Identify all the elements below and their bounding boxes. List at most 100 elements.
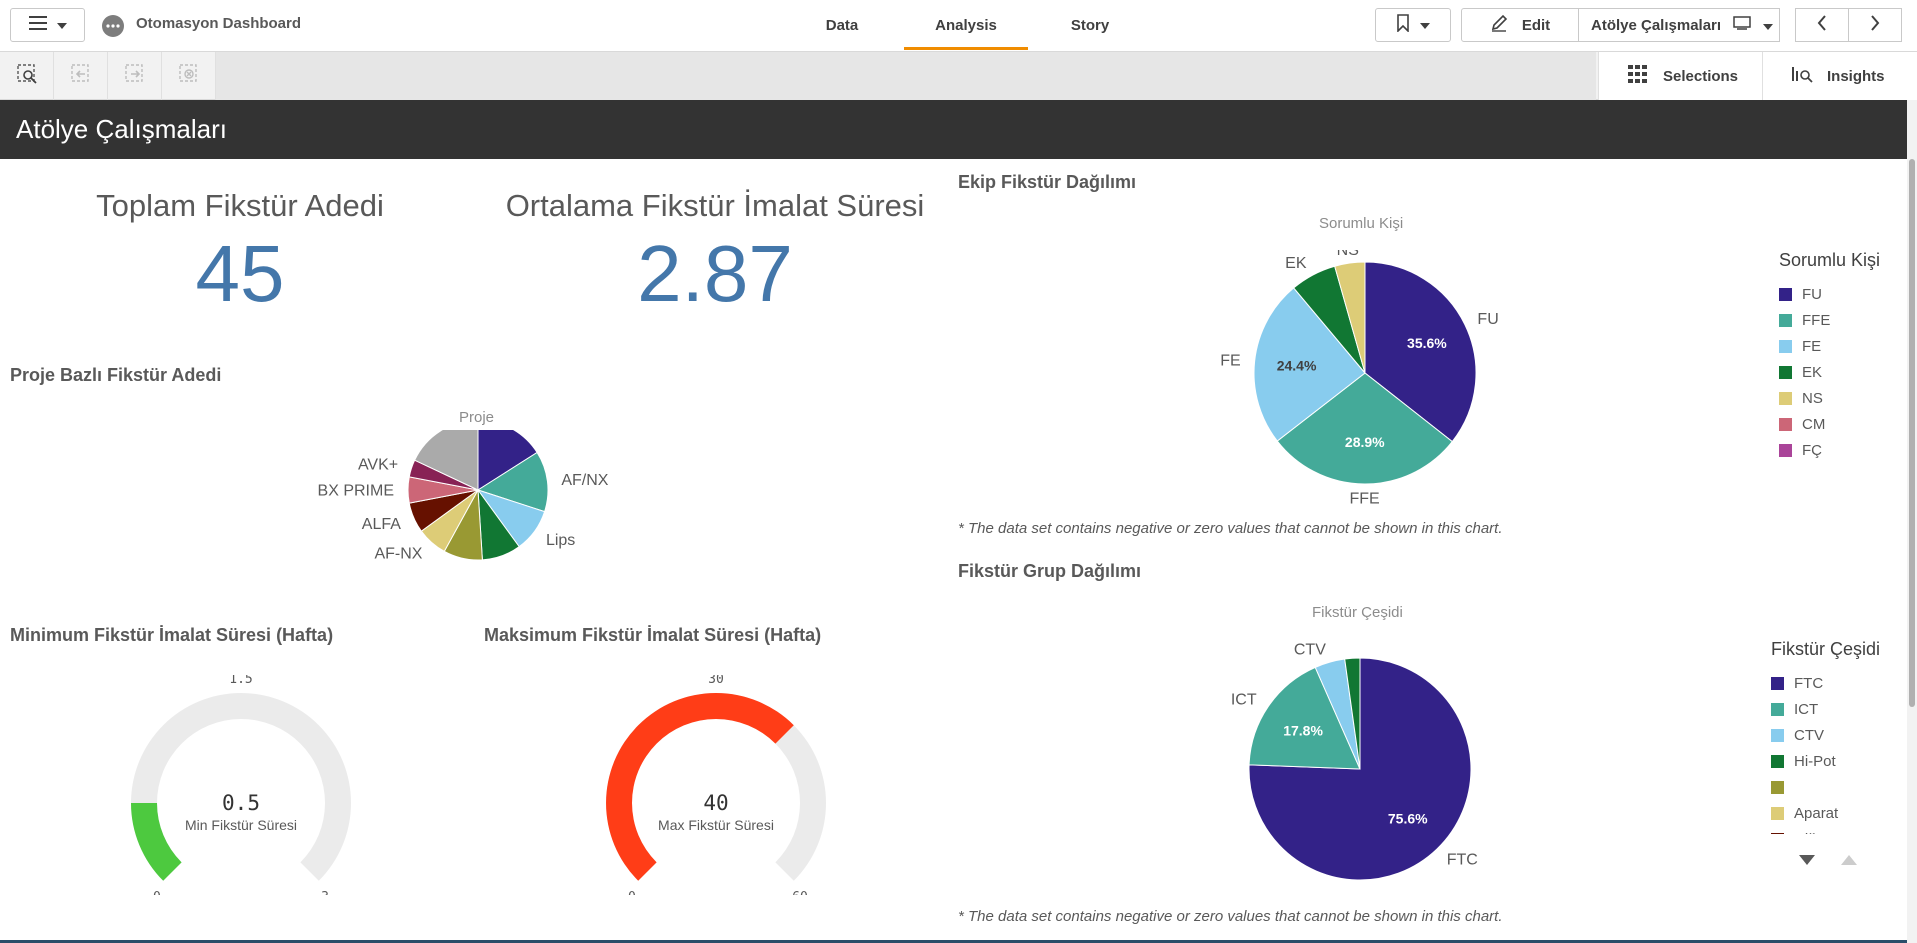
project-pie-slice-label: ALFA <box>362 516 401 533</box>
team-legend-label: FE <box>1802 337 1822 355</box>
sheet-scrollbar-thumb[interactable] <box>1909 159 1915 707</box>
step-forward-button[interactable] <box>108 52 162 100</box>
chevron-down-icon <box>56 16 67 34</box>
max-gauge-fill <box>606 693 794 881</box>
group-pie-slice-label: CTV <box>1294 641 1326 658</box>
chevron-left-icon <box>1817 14 1827 36</box>
team-legend-swatch <box>1779 365 1792 379</box>
team-legend-label: EK <box>1802 363 1823 381</box>
edit-button[interactable]: Edit <box>1461 8 1579 42</box>
group-pie-slice-label: FTC <box>1447 852 1478 869</box>
selections-grid-icon <box>1627 64 1649 88</box>
team-pie-note: * The data set contains negative or zero… <box>958 520 1503 537</box>
team-pie-data-label: 35.6% <box>1407 335 1447 351</box>
tab-analysis[interactable]: Analysis <box>904 0 1028 50</box>
group-pie-data-label: 17.8% <box>1283 722 1323 738</box>
legend-scroll-controls <box>1771 852 1880 870</box>
team-legend-label: NS <box>1802 389 1823 407</box>
team-legend-item[interactable]: CM <box>1779 411 1880 437</box>
sheet-title: Atölye Çalışmaları <box>16 114 227 144</box>
team-pie-chart[interactable]: FU 35.6% FFE 28.9% FE 24.4% EK NS <box>1200 250 1500 520</box>
step-back-icon <box>70 63 92 90</box>
group-pie-data-label: 75.6% <box>1388 811 1428 827</box>
group-legend-swatch <box>1771 728 1784 742</box>
min-gauge-fill <box>131 803 182 881</box>
group-legend-title: Fikstür Çeşidi <box>1771 639 1881 659</box>
team-pie-slice-label: NS <box>1337 250 1359 259</box>
legend-scroll-up-icon[interactable] <box>1841 852 1857 870</box>
team-legend-swatch <box>1779 339 1792 353</box>
max-gauge-mid-tick: 30 <box>708 675 724 687</box>
project-pie-chart[interactable]: G8AF/NXLipsAF-NXALFABX PRIMEAVK+Diğerler… <box>280 430 640 600</box>
kpi-total-title: Toplam Fikstür Adedi <box>96 188 384 223</box>
selections-label: Selections <box>1663 67 1739 85</box>
team-legend-title: Sorumlu Kişi <box>1779 250 1881 270</box>
right-tools: Selections Insights <box>1598 52 1917 100</box>
chevron-down-icon <box>1763 17 1774 34</box>
selections-button[interactable]: Selections <box>1598 52 1762 100</box>
chevron-right-icon <box>1870 14 1880 36</box>
group-legend-swatch <box>1771 676 1784 690</box>
team-legend-swatch <box>1779 313 1792 327</box>
group-legend-item[interactable] <box>1771 774 1880 800</box>
team-legend-label: FFE <box>1802 311 1831 329</box>
team-legend-swatch <box>1779 287 1792 301</box>
team-pie-data-label: 28.9% <box>1345 434 1385 450</box>
team-legend-item[interactable]: FÇ <box>1779 437 1880 463</box>
team-pie-slice-label: FU <box>1477 311 1498 328</box>
team-pie-slice-label: FFE <box>1349 491 1379 508</box>
hamburger-icon <box>28 15 47 35</box>
max-gauge-min-label: 0 <box>628 890 636 895</box>
team-legend-item[interactable]: NS <box>1779 385 1880 411</box>
group-legend-swatch <box>1771 702 1784 716</box>
next-sheet-button[interactable] <box>1848 8 1902 42</box>
group-legend-item[interactable]: CTV <box>1771 722 1880 748</box>
max-gauge-chart[interactable]: 30 0 60 40 Max Fikstür Süresi <box>575 675 865 895</box>
project-pie-slice-label: AF/NX <box>561 472 608 489</box>
previous-sheet-button[interactable] <box>1795 8 1849 42</box>
group-legend-swatch <box>1771 754 1784 768</box>
navigation-menu-button[interactable] <box>10 8 85 42</box>
min-gauge-measure-label: Min Fikstür Süresi <box>185 817 297 833</box>
team-legend-swatch <box>1779 443 1792 457</box>
group-legend-item[interactable]: Aparat <box>1771 800 1880 826</box>
min-gauge-value: 0.5 <box>222 791 260 815</box>
sheet-icon <box>1733 16 1751 34</box>
min-gauge-mid-tick: 1.5 <box>229 675 252 687</box>
group-legend-item[interactable]: Diğer <box>1771 826 1880 834</box>
team-legend-item[interactable]: FE <box>1779 333 1880 359</box>
team-pie-slice-label: FE <box>1220 352 1240 369</box>
group-legend-item[interactable]: ICT <box>1771 696 1880 722</box>
team-legend-item[interactable]: EK <box>1779 359 1880 385</box>
team-pie-data-label: 24.4% <box>1277 358 1317 374</box>
insights-button[interactable]: Insights <box>1762 52 1917 100</box>
team-legend-label: FÇ <box>1802 441 1822 459</box>
project-pie-slice-label: Lips <box>546 532 575 549</box>
group-legend: Fikstür Çeşidi FTC ICT CTV Hi-Pot Aparat Diğe… <box>1771 639 1880 870</box>
team-pie-subtitle: Sorumlu Kişi <box>1319 215 1404 232</box>
project-pie-slice-label: AVK+ <box>358 457 398 474</box>
project-pie-title: Proje Bazlı Fikstür Adedi <box>10 365 222 385</box>
sheet-selector-button[interactable]: Atölye Çalışmaları <box>1578 8 1780 42</box>
tab-data[interactable]: Data <box>780 0 904 50</box>
bookmarks-button[interactable] <box>1375 8 1451 42</box>
tab-story[interactable]: Story <box>1028 0 1152 50</box>
group-legend-label: Aparat <box>1794 804 1839 822</box>
project-pie-slice-label: AF-NX <box>374 546 422 563</box>
min-gauge-chart[interactable]: 1.5 0 3 0.5 Min Fikstür Süresi <box>100 675 390 895</box>
step-back-button[interactable] <box>54 52 108 100</box>
group-pie-note: * The data set contains negative or zero… <box>958 908 1503 925</box>
team-legend-item[interactable]: FU <box>1779 281 1880 307</box>
legend-scroll-down-icon[interactable] <box>1799 852 1815 870</box>
group-legend-item[interactable]: FTC <box>1771 670 1880 696</box>
current-selections-area <box>216 52 1596 100</box>
team-legend-item[interactable]: FFE <box>1779 307 1880 333</box>
clear-selections-button[interactable] <box>162 52 216 100</box>
group-pie-chart[interactable]: FTC 75.6% ICT 17.8% CTV <box>1200 640 1500 890</box>
team-legend-label: FU <box>1802 285 1822 303</box>
team-legend: Sorumlu Kişi FU FFE FE EK NS CM FÇ <box>1779 250 1880 463</box>
team-legend-items: FU FFE FE EK NS CM FÇ <box>1779 281 1880 463</box>
project-pie-slice-label: BX PRIME <box>318 483 394 500</box>
group-legend-item[interactable]: Hi-Pot <box>1771 748 1880 774</box>
smart-search-button[interactable] <box>0 52 54 100</box>
